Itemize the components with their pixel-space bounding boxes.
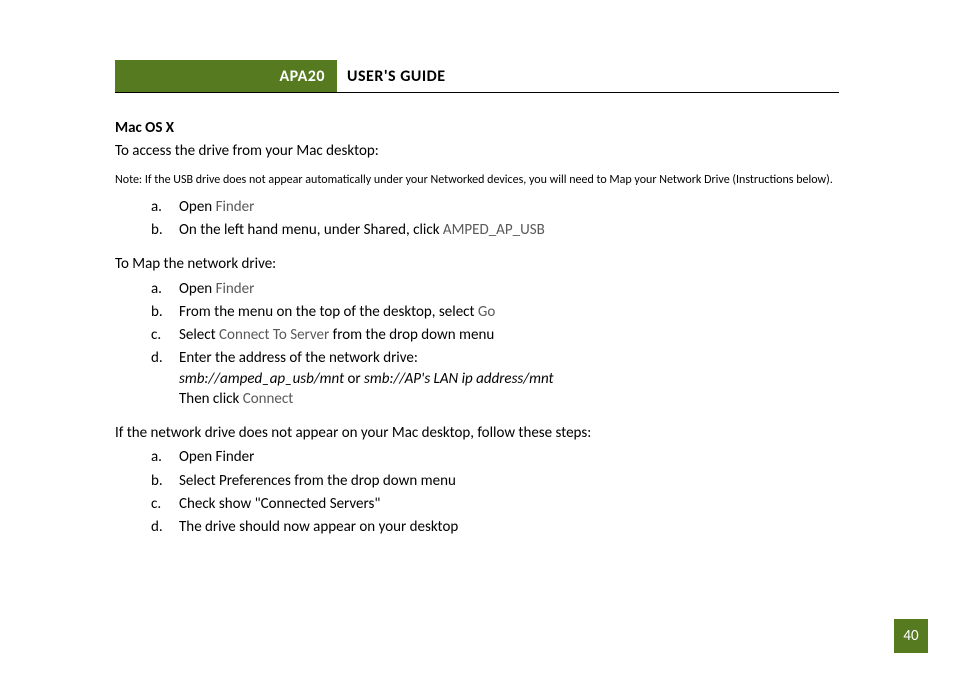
item-text-gray: Go	[478, 303, 495, 321]
list-item: c. Select Connect To Server from the dro…	[151, 325, 839, 345]
or-separator: or	[344, 370, 364, 388]
list-item: a. Open Finder	[151, 447, 839, 467]
item-letter: a.	[151, 279, 162, 299]
item-text: Enter the address of the network drive:	[179, 348, 839, 368]
section1-intro: To access the drive from your Mac deskto…	[115, 141, 839, 161]
header-product-badge: APA20	[115, 60, 337, 92]
header-band: APA20 USER'S GUIDE	[115, 60, 839, 93]
list-item: c. Check show "Connected Servers"	[151, 494, 839, 514]
item-text: Select Preferences from the drop down me…	[179, 472, 456, 490]
item-text-gray: AMPED_AP_USB	[443, 221, 545, 239]
item-text: Open Finder	[179, 448, 254, 466]
item-text: Open	[179, 198, 216, 216]
list-item: b. Select Preferences from the drop down…	[151, 471, 839, 491]
list-item: b. From the menu on the top of the deskt…	[151, 302, 839, 322]
item-letter: b.	[151, 302, 163, 322]
header-title: USER'S GUIDE	[337, 60, 446, 92]
section2-list: a. Open Finder b. From the menu on the t…	[151, 279, 839, 410]
then-gray: Connect	[243, 390, 294, 408]
item-letter: a.	[151, 197, 162, 217]
section-title-macosx: Mac OS X	[115, 119, 839, 137]
item-text-gray: Finder	[216, 280, 255, 298]
address-1: smb://amped_ap_usb/mnt	[179, 370, 344, 388]
item-text: from the drop down menu	[329, 326, 494, 344]
item-text-gray: Connect To Server	[219, 326, 329, 344]
item-letter: a.	[151, 447, 162, 467]
item-text-addresses: smb://amped_ap_usb/mnt or smb://AP's LAN…	[179, 369, 839, 389]
list-item: a. Open Finder	[151, 279, 839, 299]
item-text: From the menu on the top of the desktop,…	[179, 303, 478, 321]
section1-note: Note: If the USB drive does not appear a…	[115, 173, 839, 189]
item-text-gray: Finder	[216, 198, 255, 216]
item-text-then: Then click Connect	[179, 389, 839, 409]
document-page: APA20 USER'S GUIDE Mac OS X To access th…	[0, 0, 954, 591]
item-letter: b.	[151, 471, 163, 491]
item-text: Check show "Connected Servers"	[179, 495, 380, 513]
item-letter: b.	[151, 220, 163, 240]
section3-list: a. Open Finder b. Select Preferences fro…	[151, 447, 839, 537]
page-number-badge: 40	[894, 619, 928, 653]
item-letter: c.	[151, 494, 161, 514]
list-item: d. The drive should now appear on your d…	[151, 517, 839, 537]
item-letter: d.	[151, 517, 163, 537]
address-2: smb://AP's LAN ip address/mnt	[364, 370, 554, 388]
list-item: b. On the left hand menu, under Shared, …	[151, 220, 839, 240]
section2-intro: To Map the network drive:	[115, 254, 839, 274]
list-item: a. Open Finder	[151, 197, 839, 217]
list-item: d. Enter the address of the network driv…	[151, 348, 839, 409]
section1-list: a. Open Finder b. On the left hand menu,…	[151, 197, 839, 241]
item-text: Open	[179, 280, 216, 298]
item-text: The drive should now appear on your desk…	[179, 518, 458, 536]
item-text: On the left hand menu, under Shared, cli…	[179, 221, 443, 239]
item-letter: c.	[151, 325, 161, 345]
item-text: Select	[179, 326, 219, 344]
item-letter: d.	[151, 348, 163, 368]
section3-intro: If the network drive does not appear on …	[115, 423, 839, 443]
then-pre: Then click	[179, 390, 243, 408]
